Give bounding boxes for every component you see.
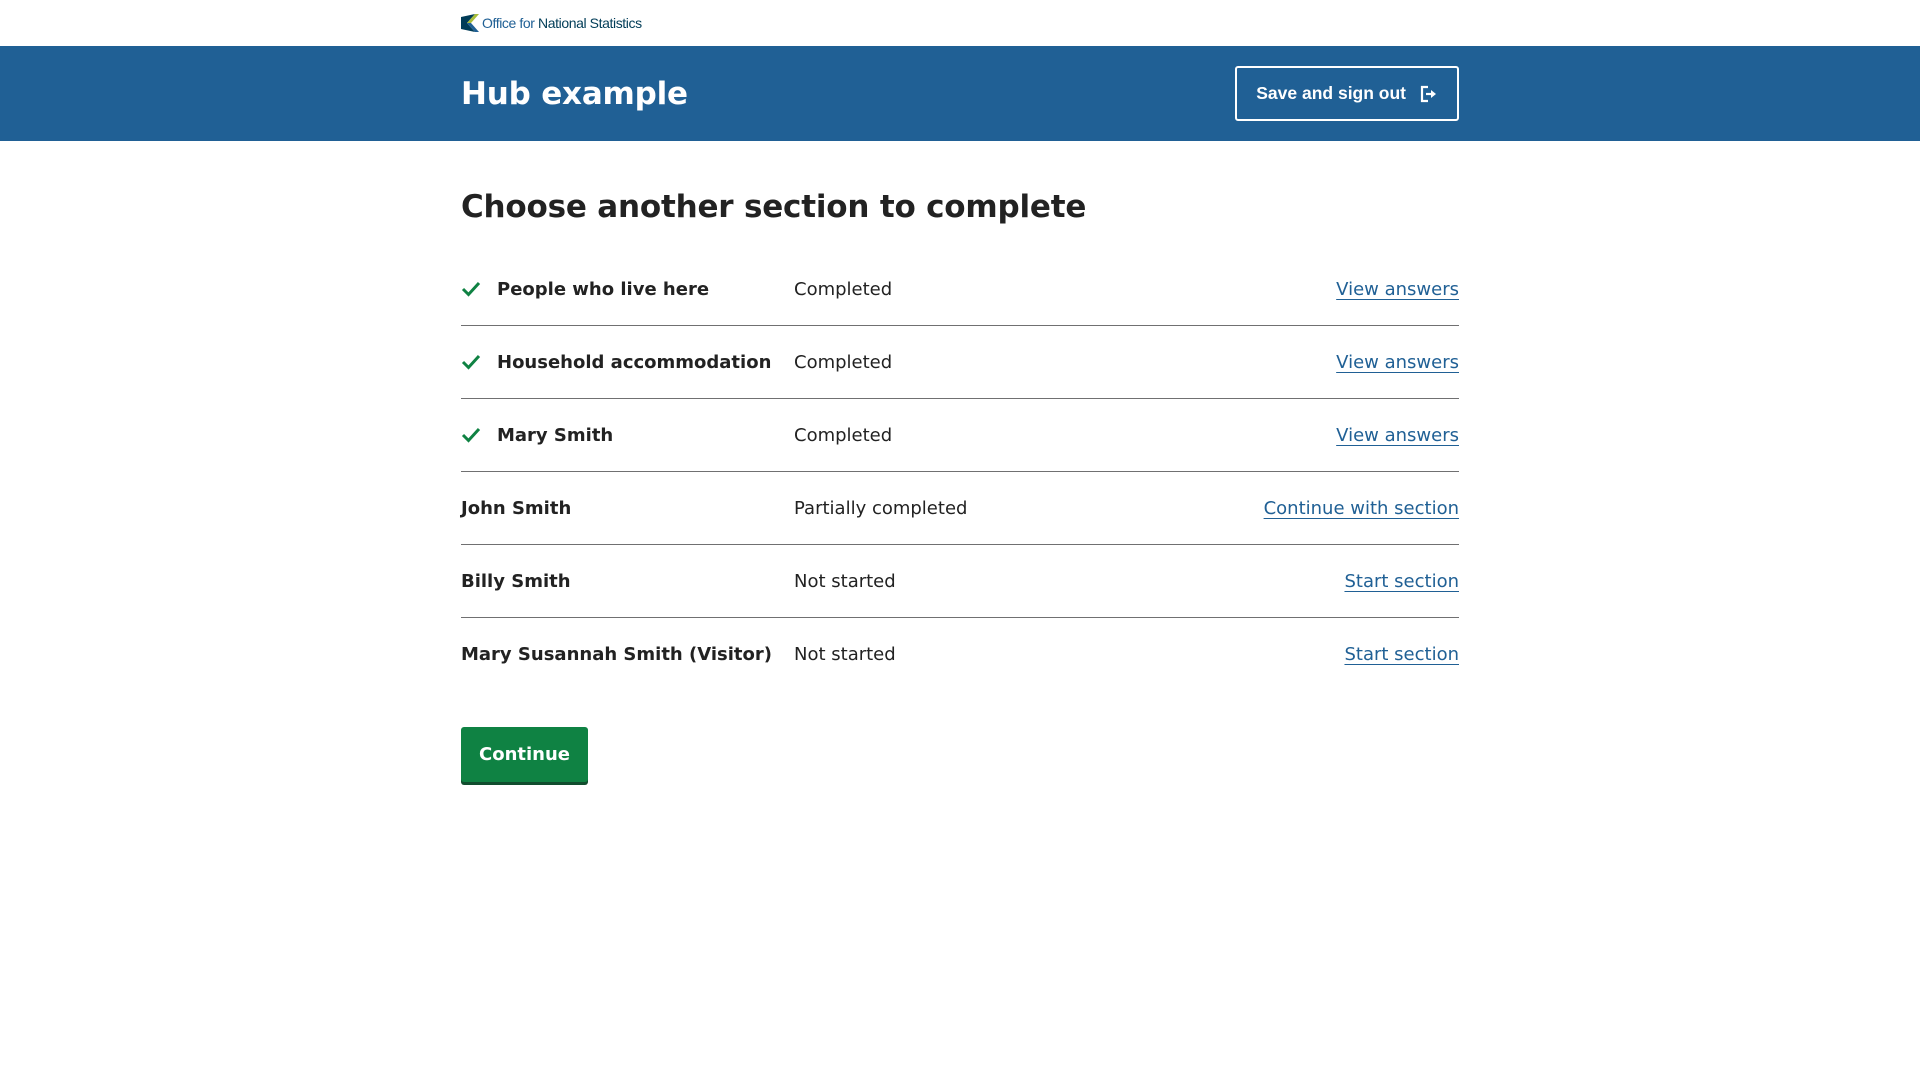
section-status: Completed — [794, 424, 893, 446]
check-icon — [461, 427, 481, 443]
check-icon — [461, 354, 481, 370]
section-name: Household accommodation — [497, 351, 772, 373]
section-row: Mary Susannah Smith (Visitor) Not starte… — [461, 618, 1459, 691]
header-inner: Hub example Save and sign out — [461, 46, 1459, 141]
section-row: Mary Smith Completed View answers — [461, 399, 1459, 472]
section-name: Mary Smith — [497, 424, 614, 446]
continue-with-section-link[interactable]: Continue with section — [1264, 498, 1459, 519]
ons-logo[interactable]: Office for National Statistics — [461, 14, 642, 32]
brand-bar: Office for National Statistics — [0, 0, 1920, 46]
section-name-cell: Household accommodation — [461, 352, 794, 373]
section-row: Household accommodation Completed View a… — [461, 326, 1459, 399]
exit-icon — [1420, 85, 1436, 102]
start-section-link[interactable]: Start section — [1344, 644, 1459, 665]
header-title: Hub example — [461, 75, 688, 112]
section-status: Completed — [794, 351, 893, 373]
section-row: Billy Smith Not started Start section — [461, 545, 1459, 618]
view-answers-link[interactable]: View answers — [1336, 425, 1459, 446]
ons-logo-icon — [461, 14, 479, 32]
start-section-link[interactable]: Start section — [1344, 571, 1459, 592]
section-status: Partially completed — [794, 497, 968, 519]
section-name: Mary Susannah Smith (Visitor) — [461, 644, 772, 665]
section-name-cell: Mary Smith — [461, 425, 794, 446]
check-icon — [461, 281, 481, 297]
save-and-sign-out-label: Save and sign out — [1256, 83, 1406, 103]
section-name-cell: Mary Susannah Smith (Visitor) — [461, 644, 794, 665]
logo-text-strong: National Statistics — [538, 15, 642, 31]
section-status: Not started — [794, 644, 896, 665]
main-content: Choose another section to complete Peopl… — [461, 141, 1459, 782]
section-name-cell: People who live here — [461, 279, 794, 300]
section-name: People who live here — [497, 278, 710, 300]
continue-button[interactable]: Continue — [461, 727, 589, 782]
section-status: Completed — [794, 278, 893, 300]
save-and-sign-out-button[interactable]: Save and sign out — [1235, 66, 1459, 121]
view-answers-link[interactable]: View answers — [1336, 279, 1459, 300]
section-list: People who live here Completed View answ… — [461, 253, 1459, 691]
section-status: Not started — [794, 570, 896, 592]
section-name: Billy Smith — [461, 570, 571, 592]
page-title: Choose another section to complete — [461, 189, 1087, 225]
section-name: John Smith — [461, 497, 572, 519]
section-name-cell: Billy Smith — [461, 571, 794, 592]
view-answers-link[interactable]: View answers — [1336, 352, 1459, 373]
section-name-cell: John Smith — [461, 498, 794, 519]
section-row: John Smith Partially completed Continue … — [461, 472, 1459, 545]
masthead: Hub example Save and sign out — [0, 46, 1920, 141]
logo-text: Office for National Statistics — [482, 15, 642, 31]
section-row: People who live here Completed View answ… — [461, 253, 1459, 326]
logo-text-light: Office for — [482, 15, 539, 31]
